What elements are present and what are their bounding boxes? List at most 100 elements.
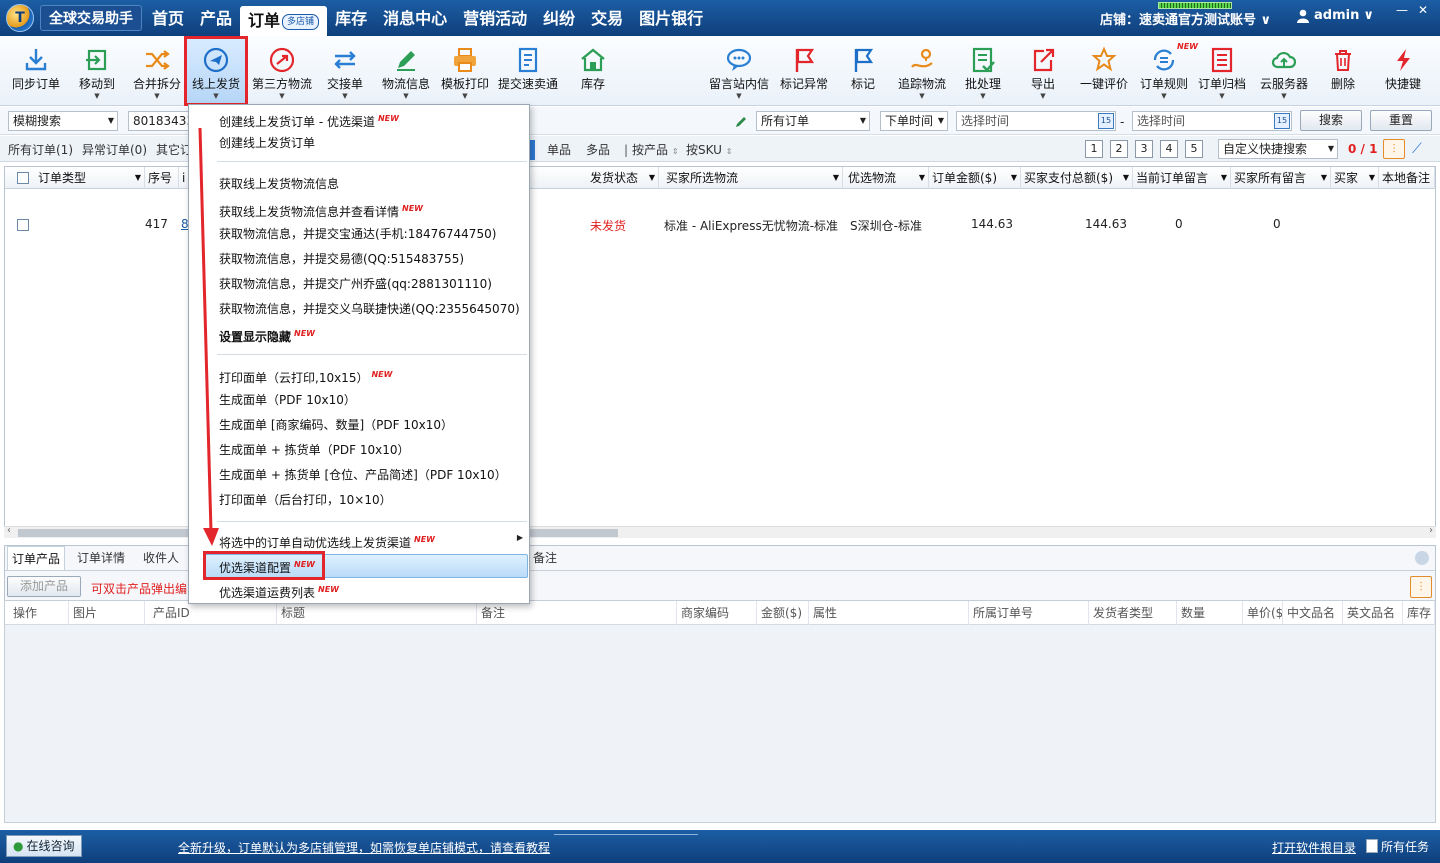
page-button[interactable]: 2 xyxy=(1110,140,1128,158)
toolbar-button-swap[interactable]: 交接单 ▼ xyxy=(320,36,370,106)
search-button[interactable]: 搜索 xyxy=(1300,110,1362,131)
column-header[interactable]: 订单类型 ▼ xyxy=(35,167,145,189)
minimize-icon[interactable]: — xyxy=(1396,3,1408,17)
toolbar-button-thirdparty[interactable]: 第三方物流 ▼ xyxy=(250,36,314,106)
toolbar-button-export[interactable]: 导出 ▼ xyxy=(1018,36,1068,106)
end-time-input[interactable]: 选择时间 15 xyxy=(1132,111,1292,131)
toolbar-button-chat[interactable]: 留言站内信 ▼ xyxy=(704,36,774,106)
product-column-header[interactable]: 英文品名 xyxy=(1343,601,1403,625)
nav-trade[interactable]: 交易 xyxy=(583,0,631,36)
product-column-header[interactable]: 操作 xyxy=(9,601,69,625)
menu-item[interactable]: 生成面单（PDF 10x10） xyxy=(219,389,356,411)
toolbar-button-shuffle[interactable]: 合并拆分 ▼ xyxy=(129,36,185,106)
nav-image-bank[interactable]: 图片银行 xyxy=(631,0,711,36)
filter-arrow-icon[interactable]: ▼ xyxy=(649,167,655,189)
toolbar-button-archive[interactable]: 订单归档 ▼ xyxy=(1194,36,1250,106)
column-header[interactable]: 买家支付总额($) ▼ xyxy=(1021,167,1133,189)
product-column-header[interactable]: 发货者类型 xyxy=(1089,601,1177,625)
toolbar-button-review[interactable]: 一键评价 xyxy=(1074,36,1134,106)
time-field-select[interactable]: 下单时间 ▼ xyxy=(880,111,948,131)
nav-disputes[interactable]: 纠纷 xyxy=(535,0,583,36)
filter-arrow-icon[interactable]: ▼ xyxy=(919,167,925,189)
page-button[interactable]: 3 xyxy=(1135,140,1153,158)
toolbar-button-tracking[interactable]: 追踪物流 ▼ xyxy=(892,36,952,106)
close-icon[interactable]: ✕ xyxy=(1418,3,1428,17)
menu-item[interactable]: 获取线上发货物流信息 xyxy=(219,173,339,195)
product-column-header[interactable]: 产品ID xyxy=(149,601,277,625)
column-header[interactable]: 买家所有留言 ▼ xyxy=(1231,167,1331,189)
column-settings-icon[interactable]: ⫶ xyxy=(1383,139,1405,159)
pencil-icon[interactable] xyxy=(734,115,748,129)
menu-item[interactable]: 将选中的订单自动优选线上发货渠道 NEW xyxy=(219,529,435,551)
column-header[interactable]: 优选物流 ▼ xyxy=(845,167,929,189)
toolbar-button-cloud[interactable]: 云服务器 ▼ xyxy=(1254,36,1314,106)
product-column-header[interactable]: 所属订单号 xyxy=(969,601,1089,625)
filter-arrow-icon[interactable]: ▼ xyxy=(1221,167,1227,189)
nav-inventory[interactable]: 库存 xyxy=(327,0,375,36)
product-column-header[interactable]: 图片 xyxy=(69,601,145,625)
refresh-icon[interactable] xyxy=(1415,551,1429,565)
menu-item[interactable]: 获取物流信息，并提交义乌联捷快递(QQ:2355645070) xyxy=(219,298,520,320)
calendar-icon[interactable]: 15 xyxy=(1274,113,1290,129)
order-scope-select[interactable]: 所有订单 ▼ xyxy=(756,111,870,131)
column-header[interactable]: 序号 xyxy=(145,167,179,189)
page-button[interactable]: 1 xyxy=(1085,140,1103,158)
menu-item[interactable]: 获取物流信息，并提交易德(QQ:515483755) xyxy=(219,248,464,270)
sort-by-product[interactable]: 按产品 ⇕ xyxy=(628,140,683,160)
menu-item[interactable]: 创建线上发货订单 xyxy=(219,132,315,154)
scroll-left-icon[interactable]: ‹ xyxy=(7,525,11,536)
tab-recipient[interactable]: 收件人 xyxy=(139,546,183,570)
product-column-header[interactable]: 商家编码 xyxy=(677,601,757,625)
quick-search-select[interactable]: 自定义快捷搜索 ▼ xyxy=(1218,139,1338,159)
nav-marketing[interactable]: 营销活动 xyxy=(455,0,535,36)
product-column-header[interactable]: 标题 xyxy=(277,601,477,625)
toolbar-button-plane[interactable]: 线上发货 ▼ xyxy=(184,36,248,106)
toolbar-button-move[interactable]: 移动到 ▼ xyxy=(68,36,126,106)
tab-single-product[interactable]: 单品 xyxy=(543,140,575,160)
toolbar-button-pen[interactable]: 物流信息 ▼ xyxy=(377,36,435,106)
menu-item[interactable]: 获取线上发货物流信息并查看详情 NEW xyxy=(219,198,423,220)
toolbar-button-red-flag[interactable]: 标记异常 xyxy=(774,36,834,106)
menu-item[interactable]: 打印面单（后台打印，10×10） xyxy=(219,489,392,511)
toolbar-button-printer[interactable]: 模板打印 ▼ xyxy=(438,36,492,106)
tab-notes[interactable]: 备注 xyxy=(529,546,561,570)
scroll-right-icon[interactable]: › xyxy=(1429,525,1433,536)
toolbar-button-batch[interactable]: 批处理 ▼ xyxy=(958,36,1008,106)
menu-item[interactable]: 优选渠道运费列表 NEW xyxy=(219,579,339,601)
all-tasks-button[interactable]: 所有任务 xyxy=(1366,835,1429,857)
tab-order-products[interactable]: 订单产品 xyxy=(7,546,66,570)
search-input[interactable]: 80183433 xyxy=(128,111,190,131)
store-selector[interactable]: 店铺：速卖通官方测试账号 ∨ xyxy=(1100,9,1271,28)
toolbar-button-download[interactable]: 同步订单 xyxy=(5,36,67,106)
open-root-folder-link[interactable]: 打开软件根目录 xyxy=(1272,839,1356,856)
toolbar-button-trash[interactable]: 删除 xyxy=(1316,36,1370,106)
filter-arrow-icon[interactable]: ▼ xyxy=(833,167,839,189)
column-settings-icon[interactable]: ⫶ xyxy=(1410,576,1432,598)
nav-products[interactable]: 产品 xyxy=(192,0,240,36)
chart-icon[interactable]: ⟋ xyxy=(1412,141,1422,157)
sort-by-sku[interactable]: 按SKU ⇕ xyxy=(682,140,736,160)
nav-orders[interactable]: 订单 多店铺 xyxy=(240,6,328,36)
column-header[interactable]: 买家 ▼ xyxy=(1331,167,1379,189)
column-header[interactable]: 订单金额($) ▼ xyxy=(929,167,1021,189)
nav-messages[interactable]: 消息中心 xyxy=(375,0,455,36)
column-header[interactable]: 买家所选物流 ▼ xyxy=(663,167,843,189)
toolbar-button-blue-flag[interactable]: 标记 xyxy=(838,36,888,106)
column-header[interactable]: 当前订单留言 ▼ xyxy=(1133,167,1231,189)
filter-arrow-icon[interactable]: ▼ xyxy=(1011,167,1017,189)
filter-arrow-icon[interactable]: ▼ xyxy=(1123,167,1129,189)
product-column-header[interactable]: 库存 xyxy=(1403,601,1435,625)
calendar-icon[interactable]: 15 xyxy=(1098,113,1114,129)
menu-item[interactable]: 打印面单（云打印,10x15） NEW xyxy=(219,364,392,386)
toolbar-button-rules[interactable]: 订单规则 ▼ NEW xyxy=(1134,36,1198,106)
product-column-header[interactable]: 中文品名 xyxy=(1283,601,1343,625)
page-button[interactable]: 4 xyxy=(1160,140,1178,158)
menu-item[interactable]: 获取物流信息，并提交宝通达(手机:18476744750) xyxy=(219,223,496,245)
product-column-header[interactable]: 属性 xyxy=(809,601,969,625)
nav-home[interactable]: 首页 xyxy=(144,0,192,36)
row-checkbox[interactable] xyxy=(17,219,29,231)
tab-all-orders[interactable]: 所有订单(1) xyxy=(4,140,77,160)
user-menu[interactable]: admin ∨ xyxy=(1296,8,1374,23)
add-product-button[interactable]: 添加产品 xyxy=(7,576,81,597)
product-column-header[interactable]: 单价($) xyxy=(1243,601,1283,625)
